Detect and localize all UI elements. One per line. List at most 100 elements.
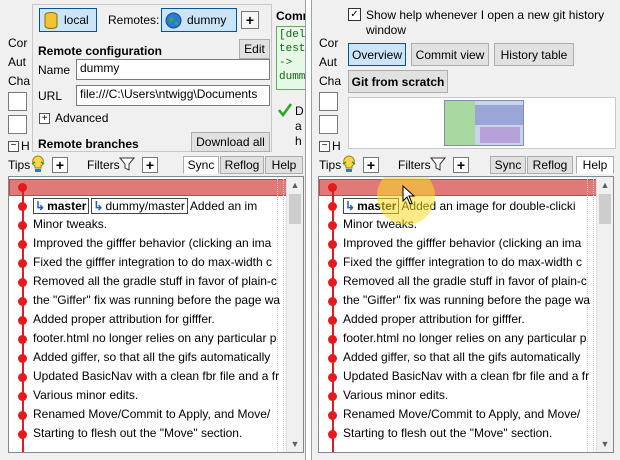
commit-message: Various minor edits.	[343, 388, 449, 402]
branch-tag[interactable]: ↳ master	[33, 198, 90, 214]
table-row[interactable]: Minor tweaks.	[343, 217, 595, 232]
table-row[interactable]: footer.html no longer relies on any part…	[343, 331, 595, 346]
working-copy-row[interactable]	[9, 179, 287, 196]
commit-message: Improved the gifffer behavior (clicking …	[33, 236, 272, 250]
tab-commit-view[interactable]: Commit view	[411, 43, 489, 66]
collapse-icon[interactable]: −	[8, 141, 19, 152]
table-row[interactable]: footer.html no longer relies on any part…	[33, 331, 285, 346]
table-row[interactable]: ↳ master ↳ dummy/master Added an im	[33, 198, 285, 214]
tab-help[interactable]: Help	[265, 156, 303, 174]
tab-history-table[interactable]: History table	[494, 43, 574, 66]
funnel-icon[interactable]	[430, 156, 446, 172]
table-row[interactable]: the "Giffer" fix was running before the …	[343, 293, 595, 308]
tab-sync[interactable]: Sync	[183, 156, 219, 174]
edit-button[interactable]: Edit	[239, 39, 270, 59]
table-row[interactable]: the "Giffer" fix was running before the …	[33, 293, 285, 308]
table-row[interactable]: Added giffer, so that all the gifs autom…	[343, 350, 595, 365]
scrollbar[interactable]: ▲ ▼	[596, 177, 613, 452]
help-panel: ✓ Show help whenever I open a new git hi…	[343, 3, 619, 153]
show-help-checkbox[interactable]: ✓	[348, 8, 361, 21]
working-copy-row[interactable]	[319, 179, 597, 196]
graph-node	[328, 278, 337, 287]
remote-dummy-button[interactable]: dummy	[161, 8, 237, 32]
lightbulb-icon[interactable]	[30, 155, 46, 173]
table-row[interactable]: Starting to flesh out the "Move" section…	[33, 426, 285, 441]
side-box-1[interactable]	[8, 92, 27, 111]
remote-config-title: Remote configuration	[38, 44, 163, 58]
tab-reflog[interactable]: Reflog	[527, 156, 573, 174]
url-field[interactable]: file:///C:\Users\ntwigg\Documents	[76, 85, 270, 106]
graph-node	[18, 392, 27, 401]
scroll-thumb[interactable]	[289, 194, 301, 224]
commit-message: Added proper attribution for gifffer.	[343, 312, 525, 326]
branch-tag[interactable]: ↳ dummy/master	[91, 198, 188, 214]
scroll-thumb[interactable]	[599, 194, 611, 224]
advanced-expand-icon[interactable]: +	[39, 113, 50, 124]
add-remote-button[interactable]: +	[241, 11, 259, 29]
graph-node	[18, 373, 27, 382]
history-table-left[interactable]: ↳ master ↳ dummy/master Added an im Minor tw…	[8, 176, 304, 453]
scroll-down-icon[interactable]: ▼	[287, 436, 303, 452]
side-box-2[interactable]	[319, 115, 338, 134]
graph-node	[328, 259, 337, 268]
table-row[interactable]: Removed all the gradle stuff in favor of…	[33, 274, 285, 289]
commit-message: footer.html no longer relies on any part…	[343, 331, 587, 345]
help-preview[interactable]	[348, 97, 616, 149]
table-row[interactable]: Added giffer, so that all the gifs autom…	[33, 350, 285, 365]
commit-message: Fixed the gifffer integration to do max-…	[33, 255, 273, 269]
table-row[interactable]: Starting to flesh out the "Move" section…	[343, 426, 595, 441]
graph-node	[328, 335, 337, 344]
tab-overview[interactable]: Overview	[348, 43, 406, 66]
table-row[interactable]: Added proper attribution for gifffer.	[343, 312, 595, 327]
git-from-scratch-button[interactable]: Git from scratch	[348, 70, 448, 93]
tab-help[interactable]: Help	[576, 156, 614, 174]
funnel-icon[interactable]	[119, 156, 135, 172]
graph-node	[328, 411, 337, 420]
graph-node	[328, 373, 337, 382]
thumb-block	[475, 105, 523, 125]
scroll-down-icon[interactable]: ▼	[597, 436, 613, 452]
tab-reflog[interactable]: Reflog	[220, 156, 264, 174]
add-filter-button[interactable]: +	[142, 157, 158, 173]
scroll-up-icon[interactable]: ▲	[597, 177, 613, 193]
table-row[interactable]: Improved the gifffer behavior (clicking …	[33, 236, 285, 251]
side-box-2[interactable]	[8, 115, 27, 134]
table-row[interactable]: Minor tweaks.	[33, 217, 285, 232]
table-row[interactable]: Fixed the gifffer integration to do max-…	[33, 255, 285, 270]
commit-preview-line: dumm	[279, 71, 306, 83]
remote-branches-title: Remote branches	[38, 137, 139, 151]
lightbulb-icon[interactable]	[341, 155, 357, 173]
table-row[interactable]: Fixed the gifffer integration to do max-…	[343, 255, 595, 270]
local-button[interactable]: local	[39, 8, 97, 32]
graph-node	[328, 430, 337, 439]
table-row[interactable]: Removed all the gradle stuff in favor of…	[343, 274, 595, 289]
table-row[interactable]: Updated BasicNav with a clean fbr file a…	[343, 369, 595, 384]
graph-node	[328, 221, 337, 230]
add-tip-button[interactable]: +	[363, 157, 379, 173]
url-label: URL	[38, 89, 63, 103]
filters-label: Filters	[398, 158, 431, 172]
name-field[interactable]: dummy	[76, 59, 270, 80]
table-row[interactable]: Improved the gifffer behavior (clicking …	[343, 236, 595, 251]
side-box-1[interactable]	[319, 92, 338, 111]
graph-node	[328, 297, 337, 306]
table-row[interactable]: Added proper attribution for gifffer.	[33, 312, 285, 327]
table-row[interactable]: Updated BasicNav with a clean fbr file a…	[33, 369, 285, 384]
add-tip-button[interactable]: +	[52, 157, 68, 173]
commit-message: Added an im	[189, 199, 258, 213]
table-row[interactable]: Various minor edits.	[343, 388, 595, 403]
history-table-right[interactable]: ↳ master Added an image for double-clicki …	[318, 176, 614, 453]
commit-message: Minor tweaks.	[33, 217, 108, 231]
commit-message: Removed all the gradle stuff in favor of…	[343, 274, 587, 288]
table-row[interactable]: Renamed Move/Commit to Apply, and Move/	[33, 407, 285, 422]
collapse-icon[interactable]: −	[319, 141, 330, 152]
scroll-up-icon[interactable]: ▲	[287, 177, 303, 193]
tab-sync[interactable]: Sync	[490, 156, 526, 174]
table-row[interactable]: Renamed Move/Commit to Apply, and Move/	[343, 407, 595, 422]
add-filter-button[interactable]: +	[453, 157, 469, 173]
table-row[interactable]: Various minor edits.	[33, 388, 285, 403]
commit-message: the "Giffer" fix was running before the …	[33, 293, 281, 307]
scrollbar[interactable]: ▲ ▼	[286, 177, 303, 452]
download-all-button[interactable]: Download all	[191, 132, 270, 152]
commit-message: Removed all the gradle stuff in favor of…	[33, 274, 277, 288]
